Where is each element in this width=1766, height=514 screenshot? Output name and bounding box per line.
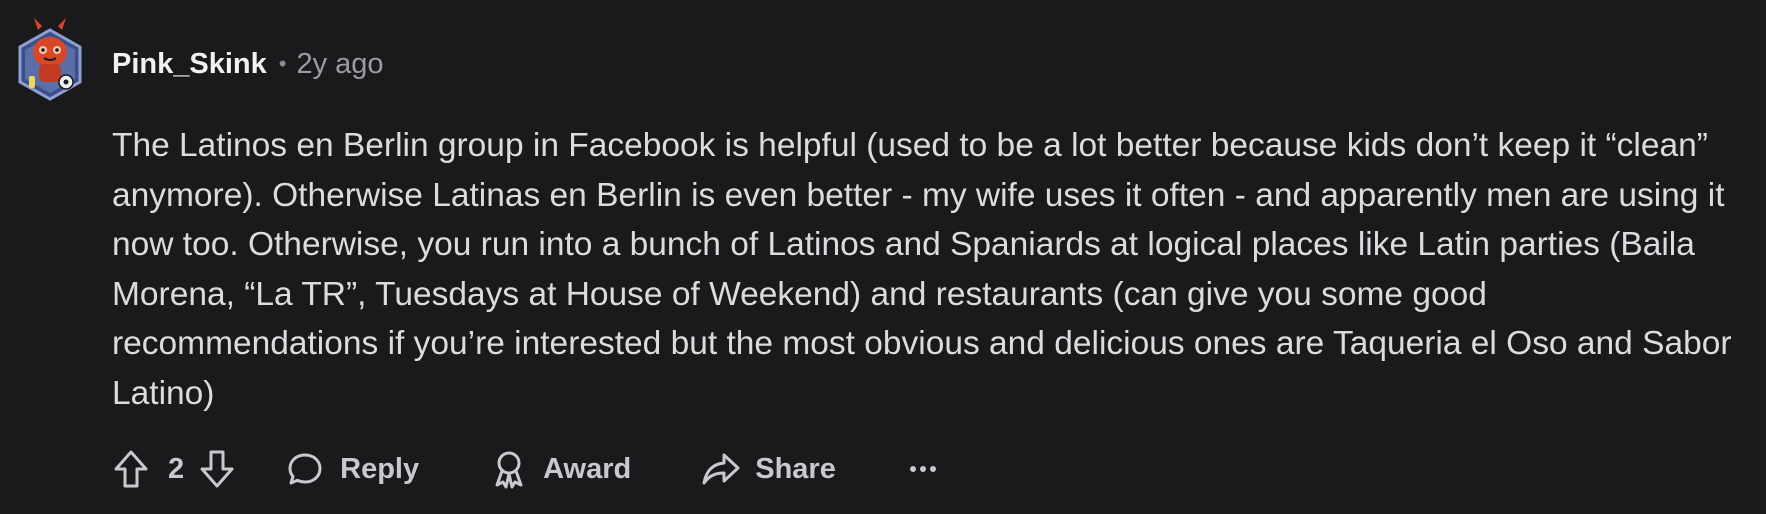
upvote-button[interactable] [112,448,150,490]
comment: Pink_Skink • 2y ago The Latinos en Berli… [0,0,1766,514]
share-button[interactable]: Share [701,451,836,487]
share-label: Share [755,452,836,485]
separator-dot: • [278,51,287,76]
comment-body: The Latinos en Berlin group in Facebook … [112,127,1732,412]
vote-group: 2 [112,448,236,490]
award-button[interactable]: Award [491,449,631,489]
speech-bubble-icon [288,453,322,485]
username[interactable]: Pink_Skink [112,48,267,81]
comment-header: Pink_Skink • 2y ago [112,44,384,84]
share-arrow-icon [702,453,740,485]
avatar[interactable] [14,16,86,106]
downvote-button[interactable] [198,448,236,490]
timestamp[interactable]: 2y ago [296,48,383,81]
award-ribbon-icon [495,451,523,489]
reply-label: Reply [340,452,420,485]
comment-actions: 2 Reply Award Share [112,444,938,494]
avatar-image [18,18,82,101]
more-options-button[interactable] [908,463,938,475]
arrow-down-outline-icon [200,450,234,488]
award-label: Award [543,452,632,485]
vote-count: 2 [168,452,185,485]
arrow-up-outline-icon [114,450,148,488]
reply-button[interactable]: Reply [286,450,419,488]
ellipsis-icon [909,466,936,472]
